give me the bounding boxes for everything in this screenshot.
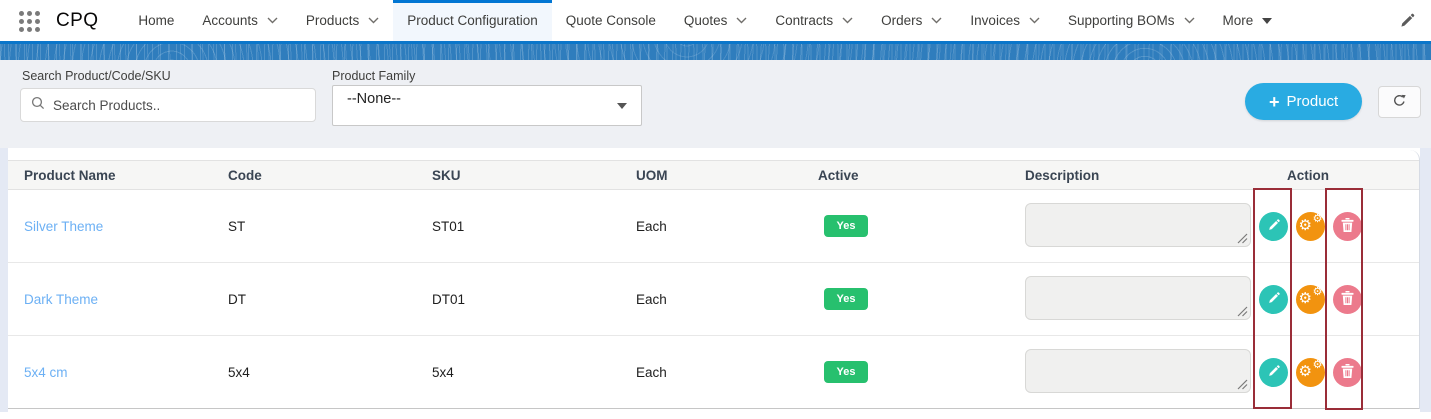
nav-item-quotes[interactable]: Quotes xyxy=(670,0,762,41)
code-cell: DT xyxy=(228,291,246,307)
nav-item-accounts[interactable]: Accounts xyxy=(188,0,292,41)
configure-button[interactable]: ⚙ ⚙ xyxy=(1296,211,1325,241)
page-margin-right xyxy=(1420,148,1431,412)
search-icon xyxy=(31,96,45,115)
active-badge: Yes xyxy=(824,361,868,383)
filter-panel: Search Product/Code/SKU Product Family -… xyxy=(0,60,1431,148)
nav-item-home[interactable]: Home xyxy=(124,0,188,41)
active-badge: Yes xyxy=(824,215,868,237)
header-pattern-band xyxy=(0,44,1431,60)
configure-button[interactable]: ⚙ ⚙ xyxy=(1296,357,1325,387)
plus-icon: + xyxy=(1269,91,1280,112)
app-title: CPQ xyxy=(56,9,99,31)
chevron-down-icon[interactable] xyxy=(368,17,379,24)
annotation-box-edit-column xyxy=(1253,188,1292,409)
sku-cell: DT01 xyxy=(432,291,466,307)
chevron-down-icon[interactable] xyxy=(931,17,942,24)
active-badge: Yes xyxy=(824,288,868,310)
chevron-down-icon[interactable] xyxy=(267,17,278,24)
table-header-row: Product Name Code SKU UOM Active Descrip… xyxy=(8,160,1419,190)
chevron-down-icon[interactable] xyxy=(1029,17,1040,24)
product-name-link[interactable]: 5x4 cm xyxy=(24,365,228,380)
edit-page-pencil-icon[interactable] xyxy=(1400,13,1415,28)
chevron-down-icon[interactable] xyxy=(736,17,747,24)
header-active: Active xyxy=(818,167,859,183)
product-name-link[interactable]: Silver Theme xyxy=(24,219,228,234)
search-label: Search Product/Code/SKU xyxy=(22,69,171,83)
header-code: Code xyxy=(228,167,262,183)
gears-icon: ⚙ ⚙ xyxy=(1298,212,1323,234)
table-row: Dark Theme DT DT01 Each Yes ⚙ ⚙ xyxy=(8,263,1419,336)
nav-item-quote-console[interactable]: Quote Console xyxy=(552,0,670,41)
gears-icon: ⚙ ⚙ xyxy=(1298,285,1323,307)
uom-cell: Each xyxy=(636,291,667,307)
sku-cell: 5x4 xyxy=(432,364,454,380)
description-textarea[interactable] xyxy=(1025,202,1251,247)
page: CPQ Home Accounts Products Product Confi… xyxy=(0,0,1431,419)
nav-item-supporting-boms[interactable]: Supporting BOMs xyxy=(1054,0,1209,41)
top-navbar: CPQ Home Accounts Products Product Confi… xyxy=(0,0,1431,44)
nav-item-orders[interactable]: Orders xyxy=(867,0,956,41)
header-action: Action xyxy=(1287,167,1329,183)
product-family-label: Product Family xyxy=(332,69,416,83)
chevron-down-icon[interactable] xyxy=(1184,17,1195,24)
header-uom: UOM xyxy=(636,167,668,183)
main-content: Product Name Code SKU UOM Active Descrip… xyxy=(0,148,1431,419)
add-product-label: Product xyxy=(1286,93,1339,110)
header-description: Description xyxy=(1025,167,1100,183)
sku-cell: ST01 xyxy=(432,218,465,234)
code-cell: 5x4 xyxy=(228,364,250,380)
products-table-card: Product Name Code SKU UOM Active Descrip… xyxy=(8,150,1420,409)
table-row: 5x4 cm 5x4 5x4 Each Yes ⚙ ⚙ xyxy=(8,336,1419,409)
description-textarea[interactable] xyxy=(1025,348,1251,393)
header-product-name: Product Name xyxy=(24,167,116,183)
search-input[interactable] xyxy=(53,97,305,113)
uom-cell: Each xyxy=(636,218,667,234)
nav-item-more[interactable]: More xyxy=(1209,0,1287,41)
product-family-value: --None-- xyxy=(347,91,401,107)
chevron-down-icon[interactable] xyxy=(842,17,853,24)
nav-item-contracts[interactable]: Contracts xyxy=(761,0,867,41)
select-caret-icon xyxy=(617,103,627,109)
search-box xyxy=(20,88,316,122)
caret-down-icon xyxy=(1262,17,1273,24)
page-margin-left xyxy=(0,148,8,412)
product-family-select[interactable]: --None-- xyxy=(332,85,642,126)
code-cell: ST xyxy=(228,218,246,234)
app-launcher-icon[interactable] xyxy=(18,10,40,32)
annotation-box-delete-column xyxy=(1325,188,1363,410)
header-sku: SKU xyxy=(432,167,461,183)
add-product-button[interactable]: + Product xyxy=(1245,83,1363,120)
description-textarea[interactable] xyxy=(1025,275,1251,320)
gears-icon: ⚙ ⚙ xyxy=(1298,358,1323,380)
refresh-button[interactable] xyxy=(1378,86,1421,118)
nav-item-products[interactable]: Products xyxy=(292,0,393,41)
refresh-icon xyxy=(1392,93,1407,111)
uom-cell: Each xyxy=(636,364,667,380)
configure-button[interactable]: ⚙ ⚙ xyxy=(1296,284,1325,314)
nav-item-invoices[interactable]: Invoices xyxy=(956,0,1054,41)
nav-item-product-configuration[interactable]: Product Configuration xyxy=(393,0,552,41)
table-row: Silver Theme ST ST01 Each Yes ⚙ ⚙ xyxy=(8,190,1419,263)
product-name-link[interactable]: Dark Theme xyxy=(24,292,228,307)
